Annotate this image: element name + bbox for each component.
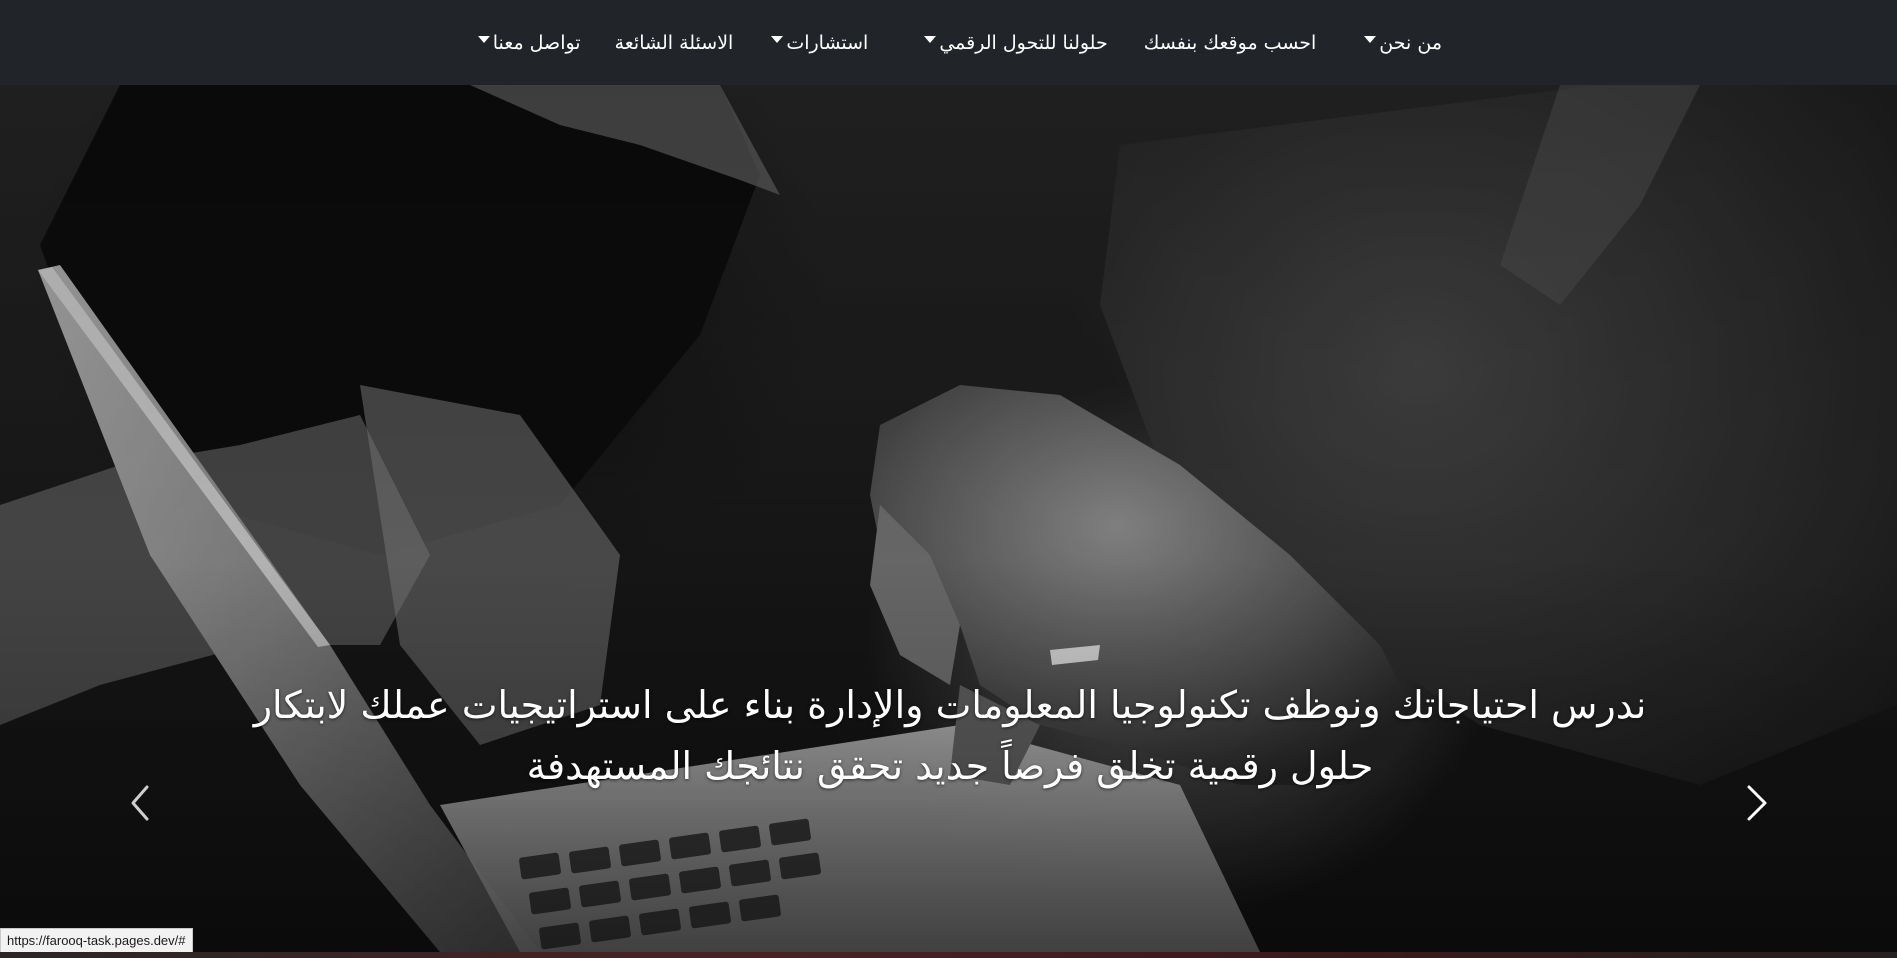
nav-item-label: الاسئلة الشائعة	[614, 31, 734, 54]
chevron-left-icon	[131, 785, 149, 821]
caret-down-icon	[771, 36, 784, 43]
nav-item-label: احسب موقعك بنفسك	[1143, 31, 1317, 54]
caret-down-icon	[1364, 36, 1377, 43]
nav-item-label: استشارات	[786, 31, 869, 54]
hero-caption: ندرس احتياجاتك ونوظف تكنولوجيا المعلومات…	[253, 683, 1647, 788]
status-bar-url: https://farooq-task.pages.dev/#	[0, 928, 193, 954]
carousel-prev-button[interactable]	[127, 783, 157, 823]
caret-down-icon	[924, 36, 937, 43]
hero-carousel: ندرس احتياجاتك ونوظف تكنولوجيا المعلومات…	[0, 85, 1897, 952]
hero-overlay	[0, 85, 1897, 952]
top-navbar: من نحن احسب موقعك بنفسك حلولنا للتحول ال…	[0, 0, 1897, 85]
nav-item-consultations[interactable]: استشارات	[771, 23, 868, 63]
page-bottom-strip	[0, 952, 1897, 958]
nav-item-label: من نحن	[1379, 31, 1442, 54]
nav-item-label: حلولنا للتحول الرقمي	[939, 31, 1108, 54]
nav-item-label: تواصل معنا	[492, 31, 581, 54]
nav-item-contact-us[interactable]: تواصل معنا	[477, 23, 581, 63]
nav-item-calculate-site[interactable]: احسب موقعك بنفسك	[1144, 23, 1317, 63]
nav-item-digital-solutions[interactable]: حلولنا للتحول الرقمي	[924, 23, 1108, 63]
nav-item-faq[interactable]: الاسئلة الشائعة	[615, 23, 734, 63]
carousel-next-button[interactable]	[1741, 783, 1771, 823]
chevron-right-icon	[1747, 785, 1767, 821]
page: من نحن احسب موقعك بنفسك حلولنا للتحول ال…	[0, 0, 1897, 958]
caret-down-icon	[477, 36, 490, 43]
nav-item-about-us[interactable]: من نحن	[1364, 23, 1442, 63]
nav-menu: من نحن احسب موقعك بنفسك حلولنا للتحول ال…	[477, 0, 1442, 85]
